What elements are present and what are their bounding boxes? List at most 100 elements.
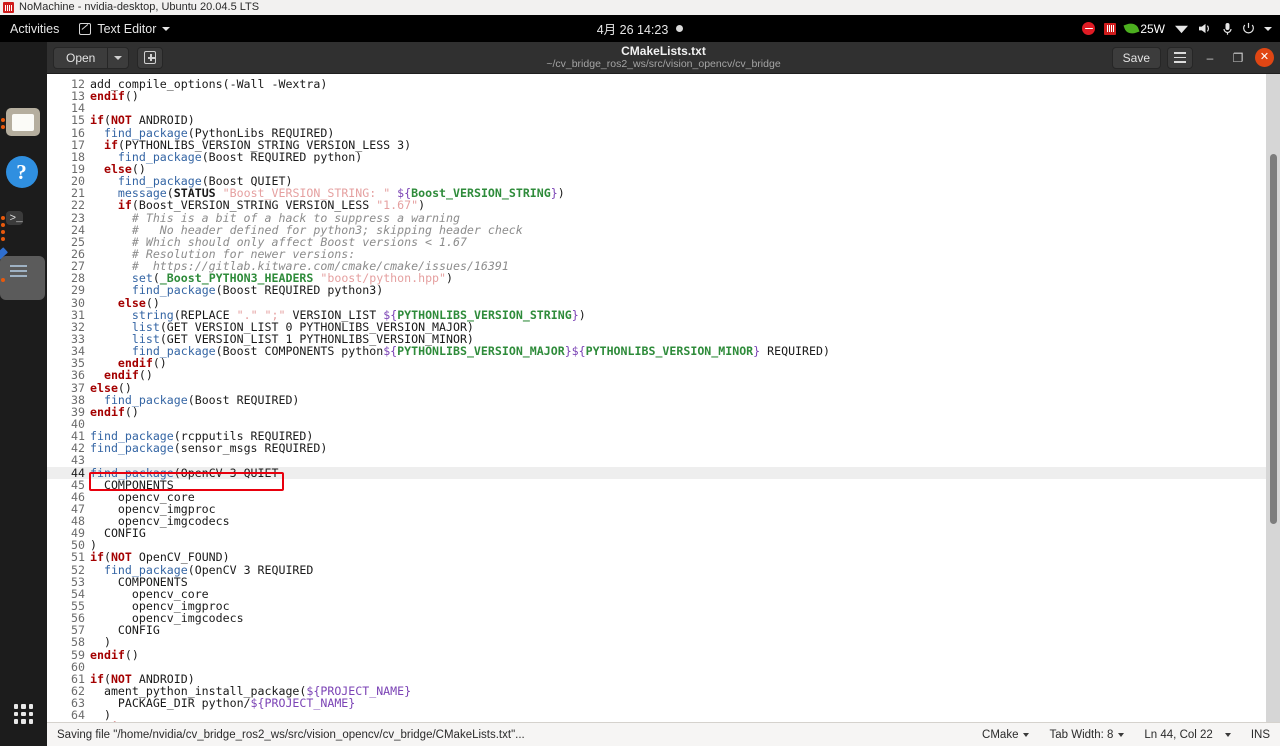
code-line[interactable]: 63 PACKAGE_DIR python/${PROJECT_NAME} (47, 697, 1266, 709)
minimize-button[interactable]: – (1199, 47, 1221, 69)
code-line[interactable]: 58 ) (47, 636, 1266, 648)
dock-item-text-editor[interactable] (0, 247, 47, 302)
volume-icon[interactable] (1198, 22, 1213, 35)
insert-mode-indicator: INS (1250, 728, 1270, 741)
dock-item-files[interactable] (0, 98, 47, 146)
code-editor-area[interactable]: 12 add_compile_options(-Wall -Wextra) 13 en… (47, 74, 1280, 722)
dock: ? >_ (0, 42, 47, 746)
apps-grid-icon (13, 704, 34, 724)
chevron-down-icon (114, 55, 123, 60)
notification-dot-icon (676, 25, 684, 32)
tab-width-selector[interactable]: Tab Width: 8 (1049, 728, 1125, 741)
text-editor-window: Open CMakeLists.txt ~/cv_bridge_ros2_ws/… (47, 42, 1280, 746)
activities-button[interactable]: Activities (0, 22, 71, 36)
power-icon[interactable] (1242, 22, 1255, 35)
text-editor-icon (79, 22, 92, 35)
line-number: 23 (71, 210, 85, 225)
code-line[interactable]: 38 find_package(Boost REQUIRED) (47, 394, 1266, 406)
code-line[interactable]: 45 COMPONENTS (47, 478, 1266, 490)
scrollbar-thumb[interactable] (1270, 154, 1277, 524)
line-number: 43 (71, 453, 85, 468)
hamburger-menu-icon[interactable] (1167, 46, 1193, 69)
code-line[interactable]: 13 endif() (47, 90, 1266, 102)
firefox-icon (6, 52, 42, 88)
language-label: CMake (982, 728, 1019, 741)
nomachine-tray-icon[interactable] (1104, 22, 1117, 35)
terminal-icon: >_ (5, 208, 42, 244)
system-tray[interactable]: 25W (1082, 15, 1272, 42)
new-document-button[interactable] (137, 46, 164, 69)
power-leaf-icon (1123, 21, 1140, 36)
power-draw-indicator[interactable]: 25W (1123, 21, 1165, 36)
status-right-group: CMake Tab Width: 8 Ln 44, Col 22 INS (982, 729, 1270, 741)
code-line[interactable]: 34 find_package(Boost COMPONENTS python$… (47, 345, 1266, 357)
vertical-scrollbar[interactable] (1266, 74, 1280, 722)
code-line-text: endif() (90, 89, 139, 104)
document-title: CMakeLists.txt (621, 44, 706, 58)
code-line[interactable]: 50) (47, 539, 1266, 551)
dock-item-terminal[interactable]: >_ (0, 202, 47, 250)
code-line[interactable]: 39 endif() (47, 406, 1266, 418)
code-line[interactable]: 12 add_compile_options(-Wall -Wextra) (47, 78, 1266, 90)
app-menu-button[interactable]: Text Editor (71, 22, 178, 36)
cursor-position[interactable]: Ln 44, Col 22 (1144, 729, 1212, 741)
line-number: 22 (71, 198, 85, 213)
code-line[interactable]: 36 endif() (47, 369, 1266, 381)
code-line-text: endif() (90, 721, 139, 722)
code-line-text: PACKAGE_DIR python/${PROJECT_NAME} (90, 696, 356, 711)
line-number: 37 (71, 380, 85, 395)
line-number: 44 (71, 465, 85, 480)
code-line[interactable]: 54 opencv_core (47, 588, 1266, 600)
code-line[interactable]: 47 opencv_imgproc (47, 503, 1266, 515)
editor-header-bar: Open CMakeLists.txt ~/cv_bridge_ros2_ws/… (47, 42, 1280, 74)
editor-status-bar: Saving file "/home/nvidia/cv_bridge_ros2… (47, 722, 1280, 746)
close-button[interactable]: ✕ (1255, 48, 1274, 67)
code-line[interactable]: 35 endif() (47, 357, 1266, 369)
code-line[interactable]: 14 (47, 102, 1266, 114)
code-line[interactable]: 48 opencv_imgcodecs (47, 515, 1266, 527)
show-applications-button[interactable] (0, 692, 47, 736)
do-not-disturb-icon[interactable] (1082, 22, 1096, 35)
chevron-down-icon (1118, 732, 1125, 737)
code-line-text: endif() (90, 647, 139, 662)
tab-width-label: Tab Width: 8 (1049, 728, 1114, 741)
nomachine-title: NoMachine - nvidia-desktop, Ubuntu 20.04… (19, 1, 260, 13)
maximize-button[interactable]: ❐ (1227, 47, 1249, 69)
code-line[interactable]: 56 opencv_imgcodecs (47, 612, 1266, 624)
code-line[interactable]: 57 CONFIG (47, 624, 1266, 636)
code-line[interactable]: 29 find_package(Boost REQUIRED python3) (47, 284, 1266, 296)
running-indicator (1, 125, 5, 129)
chevron-down-icon[interactable] (1264, 26, 1272, 31)
code-line[interactable]: 53 COMPONENTS (47, 576, 1266, 588)
code-line[interactable]: 65endif() (47, 721, 1266, 722)
dock-item-help[interactable]: ? (0, 150, 47, 198)
line-number: 16 (71, 125, 85, 140)
save-button[interactable]: Save (1111, 46, 1161, 69)
dock-item-firefox[interactable] (0, 46, 47, 94)
nomachine-titlebar: NoMachine - nvidia-desktop, Ubuntu 20.04… (0, 0, 1280, 15)
wifi-icon[interactable] (1174, 22, 1189, 35)
code-line[interactable]: 42 find_package(sensor_msgs REQUIRED) (47, 442, 1266, 454)
open-button[interactable]: Open (53, 46, 108, 69)
code-line[interactable]: 18 find_package(Boost REQUIRED python) (47, 151, 1266, 163)
document-title-block: CMakeLists.txt ~/cv_bridge_ros2_ws/src/v… (454, 44, 874, 71)
line-number: 58 (71, 635, 85, 650)
code-line[interactable]: 64 ) (47, 709, 1266, 721)
power-draw-label: 25W (1140, 21, 1165, 36)
code-line[interactable]: 52 find_package(OpenCV 3 REQUIRED (47, 563, 1266, 575)
code-lines[interactable]: 12 add_compile_options(-Wall -Wextra) 13 en… (47, 74, 1266, 722)
clock-button[interactable]: 4月 26 14:23 (540, 19, 740, 38)
code-line[interactable]: 46 opencv_core (47, 491, 1266, 503)
language-selector[interactable]: CMake (982, 728, 1030, 741)
code-line[interactable]: 49 CONFIG (47, 527, 1266, 539)
open-dropdown-button[interactable] (107, 46, 130, 69)
app-menu-label: Text Editor (97, 21, 157, 36)
chevron-down-icon (1224, 732, 1231, 737)
code-line[interactable]: 44 find_package(OpenCV 3 QUIET (47, 465, 1266, 480)
code-line-text: endif() (90, 404, 139, 419)
position-dropdown[interactable] (1224, 732, 1231, 737)
microphone-icon[interactable] (1222, 22, 1233, 36)
code-line[interactable]: 60 (47, 661, 1266, 673)
code-line[interactable]: 59 endif() (47, 647, 1266, 662)
line-number: 38 (71, 392, 85, 407)
